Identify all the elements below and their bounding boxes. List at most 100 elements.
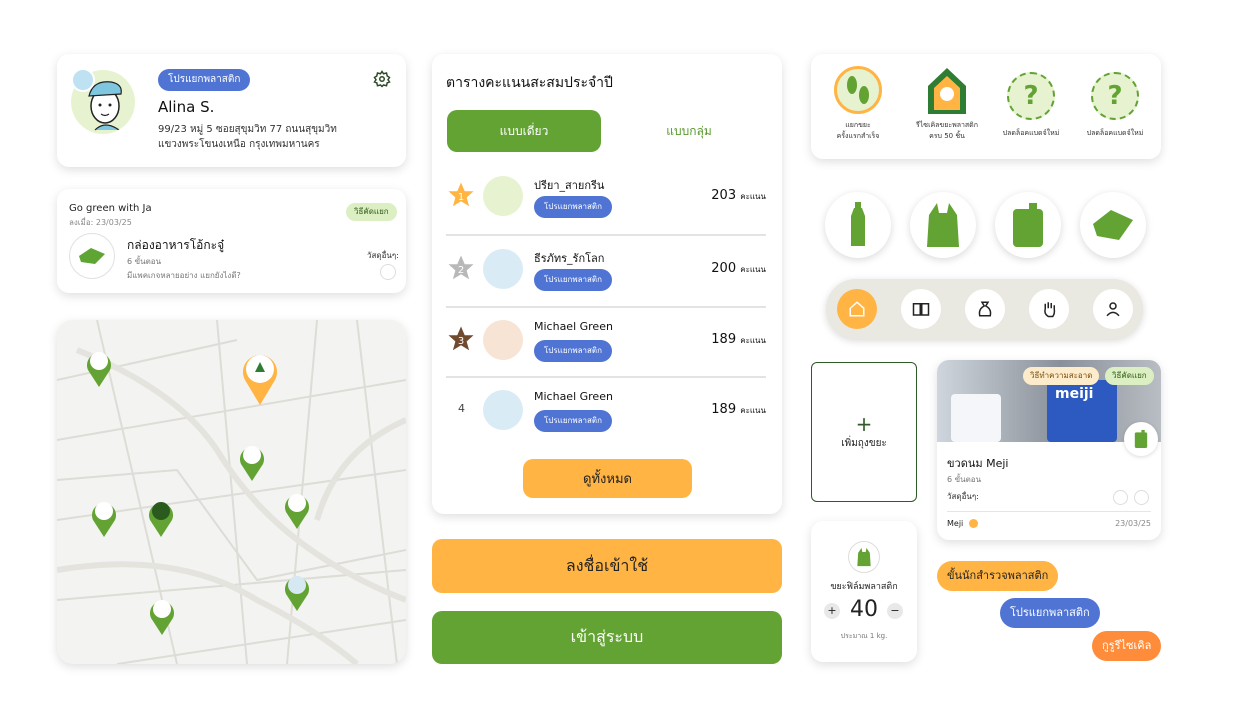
food-box-thumb bbox=[69, 233, 115, 279]
tab-group[interactable]: แบบกลุ่ม bbox=[612, 110, 766, 152]
view-all-button[interactable]: ดูทั้งหมด bbox=[523, 459, 692, 498]
divider bbox=[446, 376, 766, 378]
footprint-badge-icon bbox=[834, 66, 882, 114]
locked-badge-icon: ? bbox=[1091, 72, 1139, 120]
counter-note: ประมาณ 1 kg. bbox=[840, 632, 888, 640]
nav-book[interactable] bbox=[901, 289, 941, 329]
player-name: Michael Green bbox=[534, 320, 613, 333]
avatar bbox=[483, 390, 523, 430]
waste-type-gallon[interactable] bbox=[995, 192, 1061, 258]
product-tag-cleaning[interactable]: วิธีทำความสะอาด bbox=[1023, 367, 1100, 385]
locked-badge-icon: ? bbox=[1007, 72, 1055, 120]
profile-card: โปรแยกพลาสติก Alina S. 99/23 หมู่ 5 ซอยส… bbox=[57, 54, 406, 167]
level-tag-guru: กูรูรีไซเคิล bbox=[1092, 631, 1162, 661]
player-badge: โปรแยกพลาสติก bbox=[534, 410, 612, 432]
plus-icon: + bbox=[855, 411, 873, 436]
waste-type-food-box[interactable] bbox=[1080, 192, 1146, 258]
achievement-label: แยกขยะ bbox=[845, 121, 871, 129]
hand-icon bbox=[1044, 302, 1056, 318]
level-tag-explorer: ขั้นนักสำรวจพลาสติก bbox=[937, 561, 1059, 591]
leaderboard-title: ตารางคะแนนสะสมประจำปี bbox=[446, 75, 613, 91]
divider bbox=[446, 234, 766, 236]
post-tag[interactable]: วิธีคัดแยก bbox=[346, 203, 397, 221]
map-pin-recycle-day[interactable] bbox=[241, 350, 279, 406]
achievement-sublabel: ครบ 50 ชิ้น bbox=[929, 132, 965, 140]
counter-value: 40 bbox=[850, 597, 878, 622]
profile-name: Alina S. bbox=[158, 98, 215, 116]
leaderboard-row[interactable]: 2 ธีรภัทร_รักโลก โปรแยกพลาสติก 200 คะแนน bbox=[446, 239, 766, 309]
map-card[interactable] bbox=[57, 320, 406, 664]
gallon-icon bbox=[1124, 422, 1158, 456]
verified-icon bbox=[969, 519, 978, 528]
bottle-icon bbox=[851, 202, 865, 246]
map-pin-recycle[interactable] bbox=[238, 442, 266, 482]
achievement-item[interactable]: แยกขยะ ครั้งแรกสำเร็จ bbox=[823, 66, 893, 156]
player-score: 200 คะแนน bbox=[711, 261, 766, 276]
player-score: 203 คะแนน bbox=[711, 188, 766, 203]
leaderboard-card: ตารางคะแนนสะสมประจำปี แบบเดี่ยว แบบกลุ่ม… bbox=[432, 54, 782, 514]
profile-badge: โปรแยกพลาสติก bbox=[158, 69, 251, 91]
rank-number: 3 bbox=[458, 336, 464, 347]
post-material-label: วัสดุอื่นๆ: bbox=[367, 251, 399, 260]
tab-solo[interactable]: แบบเดี่ยว bbox=[447, 110, 601, 152]
profile-address-line1: 99/23 หมู่ 5 ซอยสุขุมวิท 77 ถนนสุขุมวิท bbox=[158, 124, 337, 135]
player-badge: โปรแยกพลาสติก bbox=[534, 340, 612, 362]
post-title: กล่องอาหารโอ้กะจู๋ bbox=[127, 238, 225, 252]
cup-icon bbox=[1113, 490, 1128, 505]
add-waste-button[interactable]: + เพิ่มถุงขยะ bbox=[811, 362, 917, 502]
product-tag-sorting[interactable]: วิธีคัดแยก bbox=[1105, 367, 1154, 385]
sack-icon bbox=[978, 301, 992, 317]
nav-hand[interactable] bbox=[1029, 289, 1069, 329]
product-title: ขวดนม Meji bbox=[947, 457, 1009, 470]
milk-carton: meiji bbox=[1047, 380, 1117, 442]
decrement-button[interactable]: + bbox=[824, 603, 840, 619]
temple-badge-icon bbox=[922, 66, 972, 116]
product-card[interactable]: meiji วิธีทำความสะอาด วิธีคัดแยก ขวดนม M… bbox=[937, 360, 1161, 540]
brand-logo: meiji bbox=[1055, 386, 1094, 402]
nav-home[interactable] bbox=[837, 289, 877, 329]
map-pin-yolo[interactable] bbox=[283, 490, 311, 530]
post-date: ลงเมื่อ: 23/03/25 bbox=[69, 218, 132, 227]
leaderboard-row[interactable]: 1 ปรียา_สายกรีน โปรแยกพลาสติก 203 คะแนน bbox=[446, 166, 766, 236]
login-button[interactable]: เข้าสู่ระบบ bbox=[432, 611, 782, 664]
score-value: 189 bbox=[711, 332, 737, 347]
post-author: Go green with Ja bbox=[69, 203, 152, 214]
register-button[interactable]: ลงชื่อเข้าใช้ bbox=[432, 539, 782, 593]
plastic-bag-icon bbox=[848, 541, 880, 573]
player-badge: โปรแยกพลาสติก bbox=[534, 196, 612, 218]
post-card[interactable]: Go green with Ja ลงเมื่อ: 23/03/25 วิธีค… bbox=[57, 189, 406, 293]
achievement-label: ปลดล็อคแบดจ์ใหม่ bbox=[1002, 129, 1060, 137]
achievement-label: รีไซเคิลขยะพลาสติก bbox=[916, 121, 978, 129]
score-unit: คะแนน bbox=[740, 336, 766, 345]
leaderboard-row[interactable]: 3 Michael Green โปรแยกพลาสติก 189 คะแนน bbox=[446, 310, 766, 380]
nav-profile[interactable] bbox=[1093, 289, 1133, 329]
counter-title: ขยะฟิล์มพลาสติก bbox=[830, 582, 898, 592]
map-pin-yolo[interactable] bbox=[90, 498, 118, 538]
waste-type-bottle[interactable] bbox=[825, 192, 891, 258]
gear-icon[interactable] bbox=[373, 70, 391, 88]
gold-star-icon: 1 bbox=[448, 182, 474, 207]
achievements-card: แยกขยะ ครั้งแรกสำเร็จ รีไซเคิลขยะพลาสติก… bbox=[811, 54, 1161, 159]
book-icon bbox=[912, 303, 930, 316]
user-icon bbox=[1106, 302, 1120, 317]
player-name: ธีรภัทร_รักโลก bbox=[534, 252, 605, 265]
divider bbox=[446, 306, 766, 308]
leaderboard-row[interactable]: 4 Michael Green โปรแยกพลาสติก 189 คะแนน bbox=[446, 380, 766, 450]
map-pin-yolo[interactable] bbox=[85, 348, 113, 388]
map-pin-bag[interactable] bbox=[283, 572, 311, 612]
profile-address-line2: แขวงพระโขนงเหนือ กรุงเทพมหานคร bbox=[158, 139, 320, 150]
home-icon bbox=[849, 301, 865, 317]
increment-button[interactable]: − bbox=[887, 603, 903, 619]
bottom-nav bbox=[826, 279, 1143, 339]
nav-sack[interactable] bbox=[965, 289, 1005, 329]
map-pin-vegetable[interactable] bbox=[147, 498, 175, 538]
achievement-item[interactable]: รีไซเคิลขยะพลาสติก ครบ 50 ชิ้น bbox=[907, 66, 987, 156]
player-name: ปรียา_สายกรีน bbox=[534, 179, 605, 192]
product-material-label: วัสดุอื่นๆ: bbox=[947, 492, 979, 501]
waste-type-plastic-bag[interactable] bbox=[910, 192, 976, 258]
achievement-item[interactable]: ? ปลดล็อคแบดจ์ใหม่ bbox=[1075, 66, 1155, 156]
map-pin-yolo[interactable] bbox=[148, 596, 176, 636]
product-brand: Meji bbox=[947, 519, 964, 528]
avatar bbox=[483, 176, 523, 216]
achievement-item[interactable]: ? ปลดล็อคแบดจ์ใหม่ bbox=[991, 66, 1071, 156]
